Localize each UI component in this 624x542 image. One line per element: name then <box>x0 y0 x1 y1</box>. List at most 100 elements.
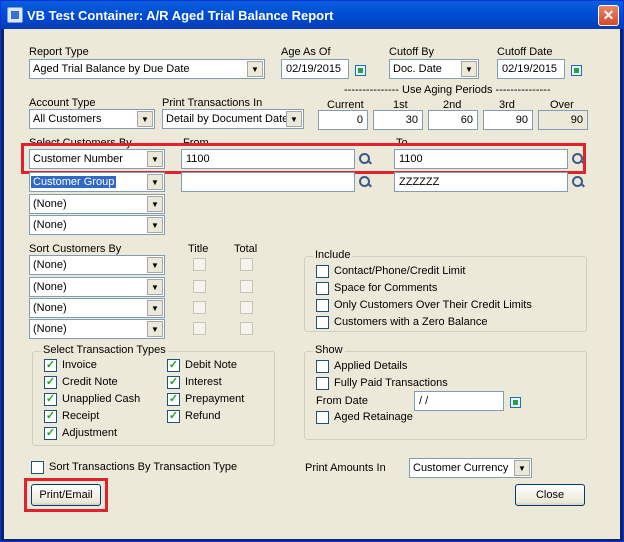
receipt-label: Receipt <box>62 410 100 422</box>
include-comments-checkbox[interactable] <box>316 282 329 295</box>
print-amounts-in-label: Print Amounts In <box>305 462 386 474</box>
chevron-down-icon[interactable]: ▼ <box>286 111 302 127</box>
chevron-down-icon[interactable]: ▼ <box>147 279 163 295</box>
include-contact-checkbox[interactable] <box>316 265 329 278</box>
invoice-checkbox[interactable]: ✓ <box>44 359 57 372</box>
chevron-down-icon[interactable]: ▼ <box>147 300 163 316</box>
report-type-select[interactable]: Aged Trial Balance by Due Date ▼ <box>29 59 265 79</box>
interest-checkbox[interactable]: ✓ <box>167 376 180 389</box>
sort-customers-field-2-value: (None) <box>33 281 67 293</box>
print-amounts-in-value: Customer Currency <box>413 462 509 474</box>
search-icon[interactable] <box>359 176 371 188</box>
include-over-credit-checkbox[interactable] <box>316 299 329 312</box>
sort-total-checkbox-2 <box>240 280 253 293</box>
sort-customers-field-1-value: (None) <box>33 259 67 271</box>
sort-total-checkbox-3 <box>240 301 253 314</box>
customer-group-from-input[interactable] <box>181 172 355 192</box>
chevron-down-icon[interactable]: ▼ <box>247 61 263 77</box>
include-over-credit-label: Only Customers Over Their Credit Limits <box>334 299 532 311</box>
report-window: VB Test Container: A/R Aged Trial Balanc… <box>0 0 624 542</box>
aging-3rd-input[interactable]: 90 <box>483 110 533 130</box>
cutoff-by-select[interactable]: Doc. Date ▼ <box>389 59 479 79</box>
aging-current-input[interactable]: 0 <box>318 110 368 130</box>
highlight-print-email-button <box>24 478 108 512</box>
adjustment-label: Adjustment <box>62 427 118 439</box>
app-icon <box>7 7 23 23</box>
sort-customers-field-3-value: (None) <box>33 302 67 314</box>
chevron-down-icon[interactable]: ▼ <box>147 257 163 273</box>
chevron-down-icon[interactable]: ▼ <box>147 217 163 233</box>
refund-checkbox[interactable]: ✓ <box>167 410 180 423</box>
include-zero-balance-checkbox[interactable] <box>316 316 329 329</box>
cutoff-date-label: Cutoff Date <box>497 46 553 58</box>
sort-title-checkbox-4 <box>193 322 206 335</box>
account-type-select[interactable]: All Customers ▼ <box>29 109 155 129</box>
calendar-icon[interactable] <box>355 65 366 76</box>
report-type-value: Aged Trial Balance by Due Date <box>33 63 190 75</box>
debit-note-checkbox[interactable]: ✓ <box>167 359 180 372</box>
close-window-button[interactable]: ✕ <box>598 5 619 26</box>
unapplied-cash-checkbox[interactable]: ✓ <box>44 393 57 406</box>
cutoff-by-value: Doc. Date <box>393 63 442 75</box>
cutoff-by-label: Cutoff By <box>389 46 435 58</box>
title-bar[interactable]: VB Test Container: A/R Aged Trial Balanc… <box>1 1 623 29</box>
adjustment-checkbox[interactable]: ✓ <box>44 427 57 440</box>
sort-customers-field-2[interactable]: (None) ▼ <box>29 277 165 297</box>
fully-paid-label: Fully Paid Transactions <box>334 377 448 389</box>
prepayment-checkbox[interactable]: ✓ <box>167 393 180 406</box>
include-comments-label: Space for Comments <box>334 282 438 294</box>
aged-retainage-label: Aged Retainage <box>334 411 413 423</box>
chevron-down-icon[interactable]: ▼ <box>147 196 163 212</box>
sort-title-checkbox-2 <box>193 280 206 293</box>
select-customers-field-4-value: (None) <box>33 219 67 231</box>
sort-title-checkbox-1 <box>193 258 206 271</box>
report-type-label: Report Type <box>29 46 89 58</box>
select-customers-field-3[interactable]: (None) ▼ <box>29 194 165 214</box>
sort-title-checkbox-3 <box>193 301 206 314</box>
cutoff-date-input[interactable]: 02/19/2015 <box>497 59 565 79</box>
account-type-label: Account Type <box>29 97 96 109</box>
aging-2nd-input[interactable]: 60 <box>428 110 478 130</box>
select-customers-field-2[interactable]: Customer Group ▼ <box>29 172 165 192</box>
age-as-of-label: Age As Of <box>281 46 331 58</box>
sort-customers-field-4[interactable]: (None) ▼ <box>29 319 165 339</box>
transaction-types-group-title: Select Transaction Types <box>41 344 168 356</box>
window-title: VB Test Container: A/R Aged Trial Balanc… <box>27 8 334 23</box>
calendar-icon[interactable] <box>571 65 582 76</box>
sort-by-transaction-type-checkbox[interactable] <box>31 461 44 474</box>
credit-note-checkbox[interactable]: ✓ <box>44 376 57 389</box>
customer-group-to-input[interactable]: ZZZZZZ <box>394 172 568 192</box>
chevron-down-icon[interactable]: ▼ <box>147 174 163 190</box>
refund-label: Refund <box>185 410 221 422</box>
sort-customers-field-3[interactable]: (None) ▼ <box>29 298 165 318</box>
chevron-down-icon[interactable]: ▼ <box>137 111 153 127</box>
search-icon[interactable] <box>572 176 584 188</box>
sort-customers-field-1[interactable]: (None) ▼ <box>29 255 165 275</box>
interest-label: Interest <box>185 376 222 388</box>
fully-paid-checkbox[interactable] <box>316 377 329 390</box>
chevron-down-icon[interactable]: ▼ <box>147 321 163 337</box>
select-customers-field-4[interactable]: (None) ▼ <box>29 215 165 235</box>
aging-1st-input[interactable]: 30 <box>373 110 423 130</box>
applied-details-label: Applied Details <box>334 360 408 372</box>
print-transactions-in-select[interactable]: Detail by Document Date ▼ <box>162 109 304 129</box>
aged-retainage-checkbox[interactable] <box>316 411 329 424</box>
chevron-down-icon[interactable]: ▼ <box>514 460 530 476</box>
include-contact-label: Contact/Phone/Credit Limit <box>334 265 466 277</box>
sort-total-checkbox-1 <box>240 258 253 271</box>
print-transactions-in-label: Print Transactions In <box>162 97 263 109</box>
sort-customers-label: Sort Customers By <box>29 243 122 255</box>
close-button[interactable]: Close <box>515 484 585 506</box>
sort-customers-field-4-value: (None) <box>33 323 67 335</box>
print-transactions-in-value: Detail by Document Date <box>166 113 289 125</box>
age-as-of-input[interactable]: 02/19/2015 <box>281 59 349 79</box>
applied-details-checkbox[interactable] <box>316 360 329 373</box>
receipt-checkbox[interactable]: ✓ <box>44 410 57 423</box>
show-from-date-input[interactable]: / / <box>414 391 504 411</box>
highlight-customer-number-row <box>21 143 586 174</box>
print-amounts-in-select[interactable]: Customer Currency ▼ <box>409 458 532 478</box>
chevron-down-icon[interactable]: ▼ <box>461 61 477 77</box>
unapplied-cash-label: Unapplied Cash <box>62 393 141 405</box>
select-customers-field-2-value: Customer Group <box>31 176 117 188</box>
calendar-icon[interactable] <box>510 397 521 408</box>
